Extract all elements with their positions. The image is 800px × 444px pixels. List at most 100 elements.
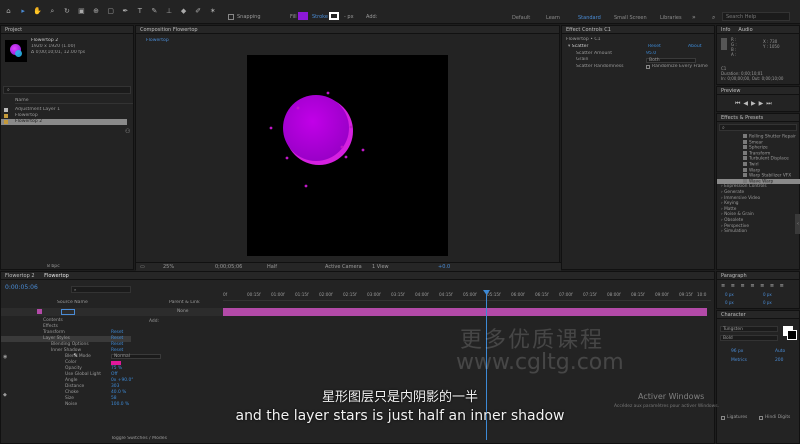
alignment-buttons[interactable]: ≡ ≡ ≡ ≡ ≡ ≡ ≡ (721, 283, 786, 289)
kerning-value[interactable]: Metrics (731, 358, 747, 363)
paragraph-space-after[interactable]: 0 px (763, 300, 772, 305)
composition-canvas[interactable] (247, 55, 448, 256)
blend-mode-dropdown[interactable]: Normal (111, 354, 161, 359)
effects-presets-title[interactable]: Effects & Presets (717, 114, 799, 122)
character-title[interactable]: Character (717, 311, 799, 319)
home-icon[interactable]: ⌂ (4, 7, 13, 16)
workspace-standard[interactable]: Standard (578, 15, 601, 21)
param-grain[interactable]: Grain Both (576, 57, 716, 63)
workspace-menu-icon[interactable]: » (692, 14, 696, 21)
randomize-label: Randomize Every Frame (652, 64, 708, 69)
effect-category-label: Obsolete (724, 217, 744, 223)
thumbnail-accent (15, 50, 22, 57)
layer-name-field[interactable] (61, 309, 75, 315)
paragraph-space-before[interactable]: 0 px (725, 300, 734, 305)
search-help-input[interactable]: Search Help (722, 12, 790, 21)
hand-tool-icon[interactable]: ✋ (33, 7, 42, 16)
paragraph-indent-left[interactable]: 0 px (725, 292, 734, 297)
panel-scroll-arrow[interactable]: ‹ (795, 214, 800, 234)
prev-frame-icon[interactable]: ◀ (743, 100, 751, 107)
type-tool-icon[interactable]: T (135, 7, 144, 16)
puppet-tool-icon[interactable]: ✶ (208, 7, 217, 16)
effect-icon (743, 173, 747, 178)
font-family-dropdown[interactable]: Tungsten (720, 326, 778, 332)
paragraph-title[interactable]: Paragraph (717, 272, 799, 280)
fill-swatch[interactable] (298, 12, 308, 20)
effect-about-link[interactable]: About (688, 44, 702, 50)
parent-dropdown[interactable]: None (177, 309, 188, 314)
ruler-label: 05:15f (487, 292, 501, 297)
camera-dropdown[interactable]: Active Camera (325, 264, 362, 270)
add-label[interactable]: Add: (366, 14, 377, 20)
canvas-artwork (269, 91, 365, 188)
tracking-value[interactable]: 200 (775, 358, 783, 363)
tab-flowertop[interactable]: Flowertop (44, 273, 69, 279)
last-frame-icon[interactable]: ⏭ (766, 100, 774, 107)
leading-value[interactable]: Auto (775, 349, 785, 354)
brush-tool-icon[interactable]: ✎ (150, 7, 159, 16)
paragraph-indent-right[interactable]: 0 px (763, 292, 772, 297)
camera-tool-icon[interactable]: ▣ (77, 7, 86, 16)
composition-breadcrumb[interactable]: Flowertop (146, 38, 169, 44)
timeline-timecode[interactable]: 0:00:05:06 (5, 284, 38, 291)
timeline-search-input[interactable]: ⌕ (71, 286, 131, 293)
time-ruler[interactable]: 0f 00:15f 01:00f 01:15f 02:00f 02:15f 03… (223, 289, 711, 301)
layer-row[interactable]: None (1, 308, 223, 316)
resolution-dropdown[interactable]: Half (267, 264, 277, 270)
composition-tab[interactable]: Composition Flowertop (136, 26, 559, 34)
comp-timecode[interactable]: 0;00;05;06 (215, 264, 242, 270)
col-parent-link[interactable]: Parent & Link (169, 300, 200, 306)
views-dropdown[interactable]: 1 View (372, 264, 389, 270)
tab-info[interactable]: Info (721, 27, 730, 33)
effect-row-scatter[interactable]: ▾ Scatter Reset About (568, 44, 712, 50)
tab-flowertop-2[interactable]: Flowertop 2 (5, 273, 35, 279)
col-source-name[interactable]: Source Name (57, 300, 88, 306)
stroke-color-swatch[interactable] (787, 330, 797, 340)
always-preview-icon[interactable]: ▭ (140, 264, 145, 270)
project-bpc[interactable]: 8 bpc (47, 264, 60, 270)
roto-brush-icon[interactable]: ✐ (194, 7, 203, 16)
list-item-selected[interactable]: Flowertop 2 (1, 119, 127, 125)
toggle-switches-modes[interactable]: Toggle Switches / Modes (111, 436, 167, 442)
randomize-checkbox[interactable] (646, 65, 650, 69)
workspace-libraries[interactable]: Libraries (660, 15, 682, 21)
play-icon[interactable]: ▶ (751, 100, 759, 107)
tab-audio[interactable]: Audio (738, 27, 752, 33)
selection-tool-icon[interactable]: ▸ (19, 7, 28, 16)
layer-duration-bar[interactable] (223, 308, 707, 316)
effect-controls-tab[interactable]: Effect Controls C1 (562, 26, 714, 34)
info-tabs: Info Audio (717, 26, 799, 34)
stamp-tool-icon[interactable]: ⊥ (165, 7, 174, 16)
project-panel-title[interactable]: Project (1, 26, 133, 34)
workspace-default[interactable]: Default (512, 15, 530, 21)
effects-search-input[interactable]: ⌕ (719, 124, 797, 131)
particle-dot (304, 184, 308, 188)
eraser-tool-icon[interactable]: ◆ (179, 7, 188, 16)
effect-category[interactable]: › Simulation (717, 229, 800, 235)
exposure-value[interactable]: +0.0 (438, 264, 450, 270)
particle-dot (326, 91, 330, 95)
color-swatch[interactable] (111, 361, 121, 365)
rotate-tool-icon[interactable]: ↻ (62, 7, 71, 16)
snapping-label: Snapping (237, 14, 261, 20)
stroke-width[interactable]: - px (344, 14, 354, 20)
stroke-swatch[interactable] (329, 12, 339, 20)
effect-reset-link[interactable]: Reset (648, 44, 661, 50)
snapping-checkbox[interactable] (228, 14, 234, 20)
composition-icon (4, 114, 8, 118)
workspace-small-screen[interactable]: Small Screen (614, 15, 647, 21)
pan-behind-tool-icon[interactable]: ⊕ (92, 7, 101, 16)
zoom-tool-icon[interactable]: ⌕ (48, 7, 57, 16)
shape-tool-icon[interactable]: ▢ (106, 7, 115, 16)
pen-tool-icon[interactable]: ✒ (121, 7, 130, 16)
preview-title[interactable]: Preview (717, 87, 799, 95)
param-scatter-randomness[interactable]: Scatter Randomness Randomize Every Frame (576, 64, 716, 70)
eye-icon[interactable]: ◉ (3, 354, 7, 360)
workspace-learn[interactable]: Learn (546, 15, 560, 21)
project-col-name[interactable]: Name (15, 98, 133, 104)
project-search-input[interactable]: ⌕ (3, 86, 131, 94)
font-style-dropdown[interactable]: Bold (720, 335, 778, 341)
font-size-value[interactable]: 96 px (731, 349, 743, 354)
zoom-dropdown[interactable]: 25% (163, 264, 174, 270)
grain-dropdown[interactable]: Both (646, 57, 696, 63)
